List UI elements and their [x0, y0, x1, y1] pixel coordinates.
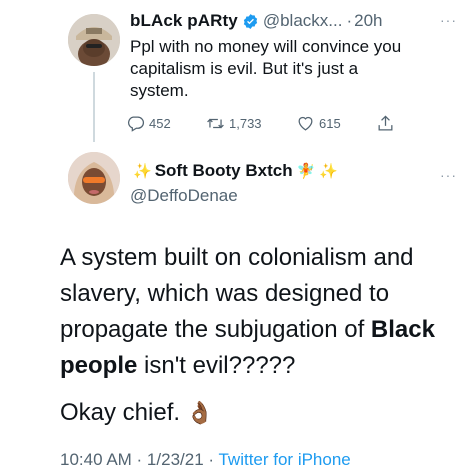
like-button[interactable]: 615 — [296, 114, 376, 133]
parent-tweet-text: Ppl with no money will convince you capi… — [130, 37, 402, 100]
sparkle-emoji: ✨ — [319, 163, 338, 180]
display-name[interactable]: bLAck pARty — [130, 11, 238, 31]
main-tweet-display-name[interactable]: ✨ Soft Booty Bxtch 🧚 ✨ — [130, 161, 341, 181]
retweet-icon — [207, 118, 224, 128]
retweet-button[interactable]: 1,733 — [206, 114, 296, 133]
main-tweet-closing: Okay chief. 👌🏾 — [60, 395, 213, 431]
fairy-emoji: 🧚 — [296, 163, 316, 180]
tweet-text-part: isn't evil????? — [137, 352, 296, 379]
retweet-count: 1,733 — [229, 115, 262, 131]
like-icon — [298, 116, 313, 131]
thread-connector-line — [93, 72, 95, 142]
avatar[interactable] — [68, 152, 120, 204]
main-tweet-text: A system built on colonialism and slaver… — [60, 240, 460, 384]
like-count: 615 — [319, 115, 341, 131]
reply-count: 452 — [149, 115, 171, 131]
reply-button[interactable]: 452 — [126, 114, 206, 133]
avatar[interactable] — [68, 14, 120, 66]
display-name: Soft Booty Bxtch — [154, 161, 293, 180]
ok-hand-emoji: 👌🏾 — [186, 400, 214, 425]
closing-text: Okay chief. — [60, 399, 181, 426]
timestamp[interactable]: 20h — [354, 11, 382, 31]
handle[interactable]: @DeffoDenae — [130, 186, 238, 206]
verified-badge-icon — [243, 13, 258, 29]
avatar-image-icon — [68, 152, 120, 204]
parent-tweet-actions: 452 1,733 615 — [126, 113, 399, 133]
handle[interactable]: @blackx... — [263, 11, 343, 31]
share-button[interactable] — [376, 114, 399, 133]
avatar-image-icon — [68, 14, 120, 66]
tweet-source-link[interactable]: Twitter for iPhone — [218, 450, 350, 469]
parent-tweet-header: bLAck pARty @blackx... · 20h — [130, 9, 383, 33]
tweet-text-part: A system built on colonialism and slaver… — [60, 244, 414, 343]
separator-dot: · — [346, 11, 353, 30]
tweet-metadata: 10:40 AM · 1/23/21 · Twitter for iPhone — [60, 450, 351, 470]
share-icon — [378, 114, 393, 130]
more-options-icon[interactable]: ··· — [440, 12, 457, 28]
more-options-icon[interactable]: ··· — [440, 167, 457, 183]
reply-icon — [127, 116, 144, 132]
tweet-timestamp[interactable]: 10:40 AM · 1/23/21 · — [60, 450, 218, 469]
sparkle-emoji: ✨ — [133, 163, 152, 180]
